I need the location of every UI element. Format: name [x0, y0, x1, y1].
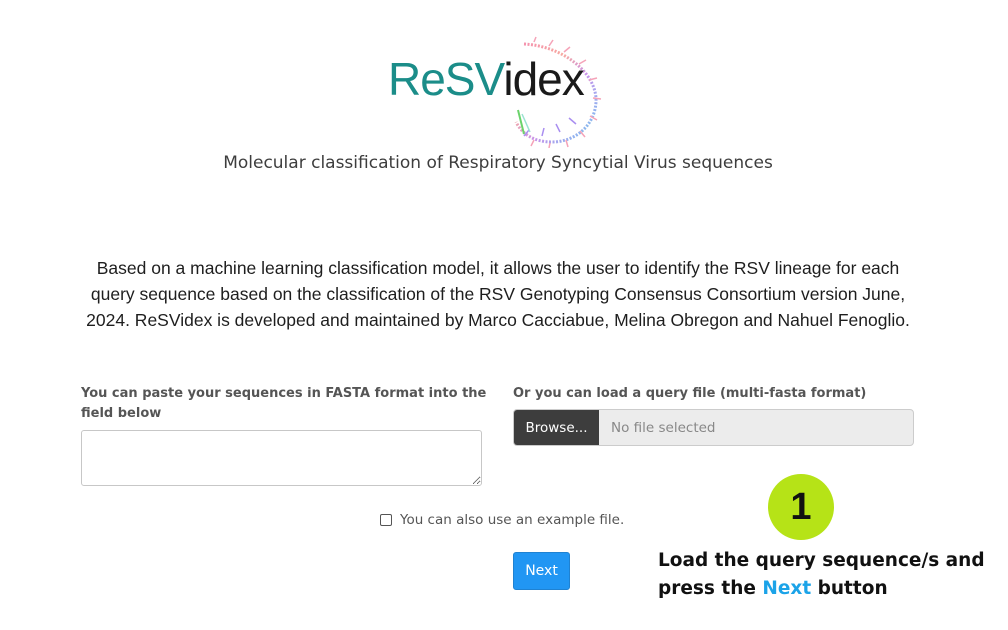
instruction-text-end: button [811, 578, 888, 599]
logo-part-1: ReSV [388, 53, 504, 105]
logo-part-2: idex [503, 53, 584, 105]
tool-description: Based on a machine learning classificati… [86, 258, 910, 330]
example-file-label[interactable]: You can also use an example file. [400, 512, 624, 528]
instruction-highlight: Next [762, 578, 812, 599]
step-number-badge: 1 [768, 474, 834, 540]
step-instruction: Load the query sequence/s and press the … [658, 547, 998, 603]
example-file-option[interactable]: You can also use an example file. [380, 512, 624, 528]
resvidex-logo: ReSVidex [384, 36, 614, 148]
browse-button[interactable]: Browse... [514, 410, 599, 445]
paste-sequences-label: You can paste your sequences in FASTA fo… [81, 386, 487, 421]
load-file-label: Or you can load a query file (multi-fast… [513, 386, 867, 401]
selected-file-name: No file selected [611, 419, 716, 436]
page-subtitle: Molecular classification of Respiratory … [223, 153, 773, 173]
logo-wordmark: ReSVidex [388, 53, 585, 105]
fasta-sequence-textarea[interactable] [81, 430, 482, 486]
next-button[interactable]: Next [513, 552, 570, 590]
example-file-checkbox[interactable] [380, 514, 392, 526]
file-input[interactable]: Browse... No file selected [513, 409, 914, 446]
